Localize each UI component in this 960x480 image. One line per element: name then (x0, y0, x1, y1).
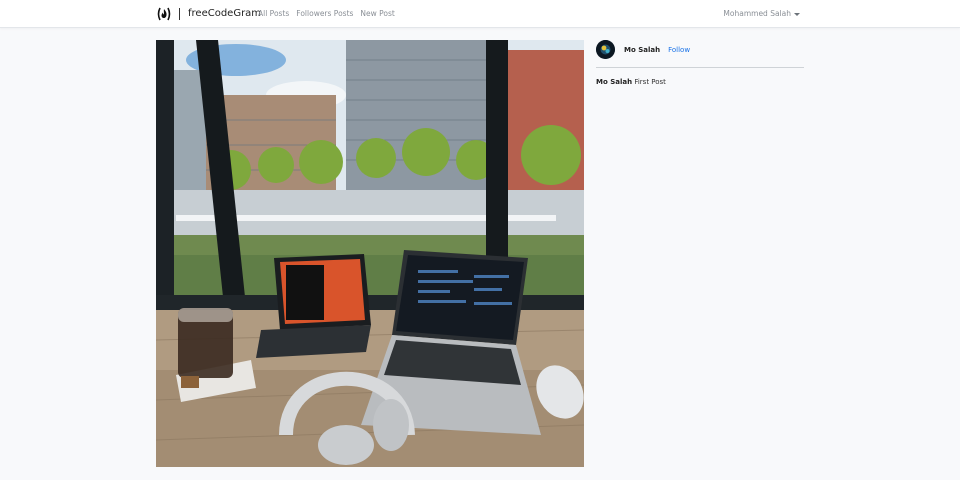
nav-links: All Posts Followers Posts New Post (258, 8, 395, 20)
caption-author[interactable]: Mo Salah (596, 78, 632, 86)
avatar-image (596, 40, 615, 59)
caption-text: First Post (634, 78, 666, 86)
nav-link-all-posts[interactable]: All Posts (258, 8, 289, 20)
nav-link-new-post[interactable]: New Post (360, 8, 394, 20)
top-navbar: freeCodeGram All Posts Followers Posts N… (0, 0, 960, 28)
post-sidebar: Mo Salah Follow Mo Salah First Post (596, 40, 804, 86)
post-photo (156, 40, 584, 467)
brand-divider (179, 8, 180, 20)
brand[interactable]: freeCodeGram (156, 6, 261, 22)
post-caption: Mo Salah First Post (596, 78, 804, 86)
user-dropdown[interactable]: Mohammed Salah (723, 8, 800, 20)
nav-link-followers-posts[interactable]: Followers Posts (296, 8, 353, 20)
sidebar-divider (596, 67, 804, 68)
user-name[interactable]: Mohammed Salah (723, 8, 791, 20)
avatar[interactable] (596, 40, 615, 59)
post-image (156, 40, 584, 467)
brand-name[interactable]: freeCodeGram (188, 6, 261, 22)
caret-down-icon[interactable] (794, 12, 800, 16)
follow-button[interactable]: Follow (668, 46, 690, 54)
author-name[interactable]: Mo Salah (624, 46, 660, 54)
freecodecamp-logo-icon (157, 7, 171, 21)
author-row: Mo Salah Follow (596, 40, 804, 59)
